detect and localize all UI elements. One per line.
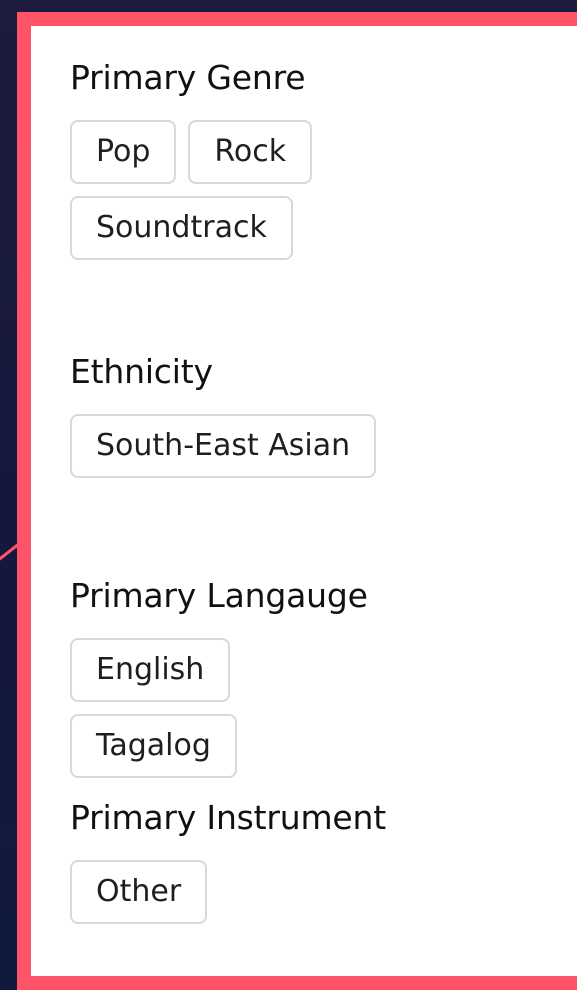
primary-genre-section: Primary Genre Pop Rock Soundtrack xyxy=(70,58,577,260)
instrument-chip-other[interactable]: Other xyxy=(70,860,208,924)
primary-genre-title: Primary Genre xyxy=(70,58,306,97)
genre-chip-rock[interactable]: Rock xyxy=(188,120,313,184)
ethnicity-chip-list: South-East Asian xyxy=(70,414,377,478)
genre-chip-soundtrack[interactable]: Soundtrack xyxy=(70,196,293,260)
primary-instrument-title: Primary Instrument xyxy=(70,798,386,837)
screen-background: Primary Genre Pop Rock Soundtrack Ethnic… xyxy=(0,0,577,990)
primary-language-title: Primary Langauge xyxy=(70,576,368,615)
primary-instrument-chip-list: Other xyxy=(70,860,370,924)
language-chip-tagalog[interactable]: Tagalog xyxy=(70,714,237,778)
ethnicity-chip-south-east-asian[interactable]: South-East Asian xyxy=(70,414,377,478)
language-chip-english[interactable]: English xyxy=(70,638,231,702)
primary-instrument-section: Primary Instrument Other xyxy=(70,798,577,924)
primary-language-chip-list: English Tagalog xyxy=(70,638,370,778)
genre-chip-pop[interactable]: Pop xyxy=(70,120,177,184)
ethnicity-title: Ethnicity xyxy=(70,352,213,391)
profile-details-panel: Primary Genre Pop Rock Soundtrack Ethnic… xyxy=(17,12,577,990)
primary-genre-chip-list: Pop Rock Soundtrack xyxy=(70,120,370,260)
ethnicity-section: Ethnicity South-East Asian xyxy=(70,352,577,478)
primary-language-section: Primary Langauge English Tagalog xyxy=(70,576,577,778)
